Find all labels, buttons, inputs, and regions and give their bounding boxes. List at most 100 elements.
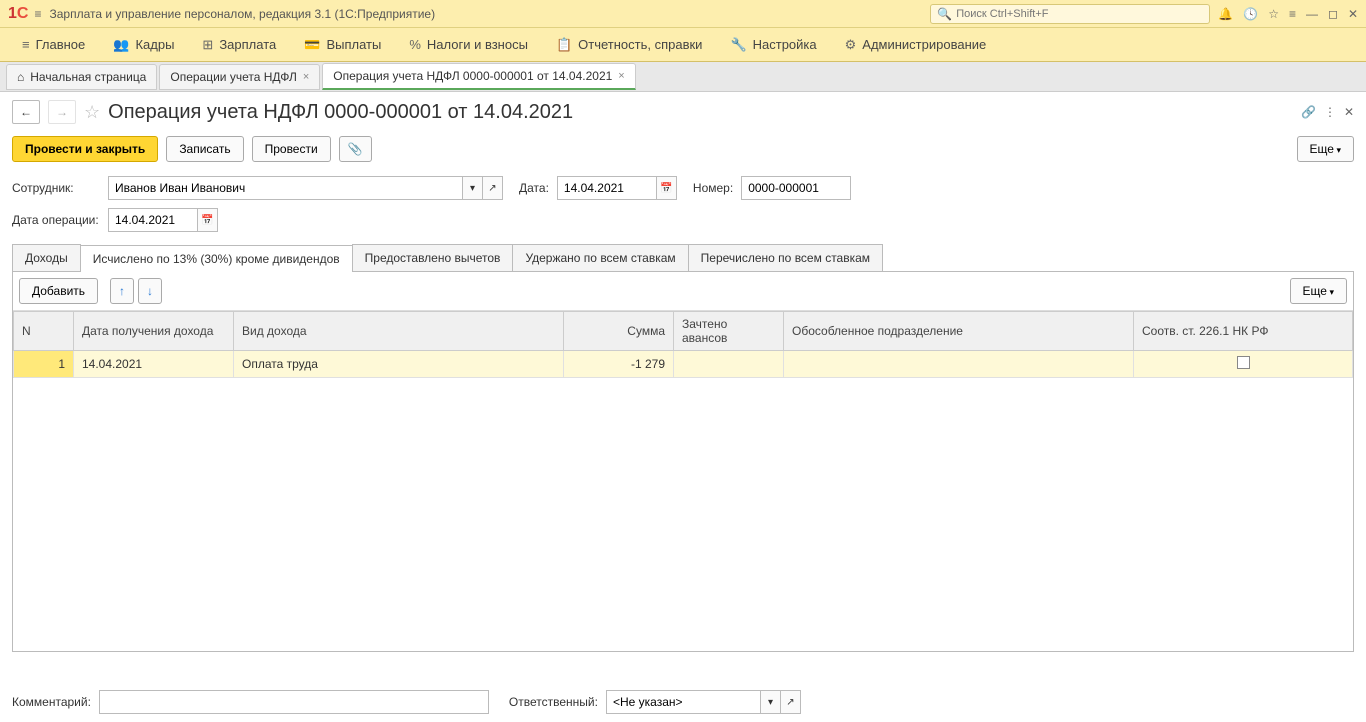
responsible-label: Ответственный: [509, 695, 598, 709]
calendar-icon[interactable]: 📅 [657, 176, 677, 200]
subtab-transferred[interactable]: Перечислено по всем ставкам [688, 244, 883, 271]
op-date-input[interactable] [108, 208, 198, 232]
op-date-label: Дата операции: [12, 213, 100, 227]
people-icon: 👥 [113, 37, 129, 53]
bell-icon[interactable]: 🔔 [1218, 7, 1233, 21]
nav-main[interactable]: ≡Главное [8, 28, 99, 61]
search-input[interactable] [956, 8, 1203, 20]
attach-button[interactable]: 📎 [339, 136, 372, 162]
menu-icon[interactable]: ≡ [34, 7, 41, 21]
more-vert-icon[interactable]: ⋮ [1324, 105, 1336, 119]
close-doc-icon[interactable]: ✕ [1344, 105, 1354, 119]
checkbox-icon[interactable] [1237, 356, 1250, 369]
save-button[interactable]: Записать [166, 136, 243, 162]
calc-icon: ⊞ [202, 37, 213, 53]
add-row-button[interactable]: Добавить [19, 278, 98, 304]
cell-n[interactable]: 1 [14, 351, 74, 378]
clipboard-icon: 📋 [556, 37, 572, 53]
titlebar-icons: 🔔 🕓 ☆ ≡ — ◻ ✕ [1218, 7, 1358, 21]
col-dept[interactable]: Обособленное подразделение [784, 312, 1134, 351]
employee-label: Сотрудник: [12, 181, 100, 195]
nav-personnel[interactable]: 👥Кадры [99, 28, 188, 61]
footer: Комментарий: Ответственный: ▾ ↗ [0, 682, 1366, 722]
form-row-2: Дата операции: 📅 [0, 204, 1366, 236]
wrench-icon: 🔧 [730, 37, 746, 53]
data-table: N Дата получения дохода Вид дохода Сумма… [13, 311, 1353, 378]
cell-adv[interactable] [674, 351, 784, 378]
forward-button[interactable]: → [48, 100, 76, 124]
nav-reports[interactable]: 📋Отчетность, справки [542, 28, 717, 61]
form-row-1: Сотрудник: ▾ ↗ Дата: 📅 Номер: [0, 172, 1366, 204]
move-down-button[interactable]: ↓ [138, 278, 162, 304]
col-type[interactable]: Вид дохода [234, 312, 564, 351]
favorite-icon[interactable]: ☆ [84, 102, 100, 123]
subtabs: Доходы Исчислено по 13% (30%) кроме диви… [12, 244, 1354, 272]
cell-dept[interactable] [784, 351, 1134, 378]
post-and-close-button[interactable]: Провести и закрыть [12, 136, 158, 162]
col-226[interactable]: Соотв. ст. 226.1 НК РФ [1134, 312, 1353, 351]
filter-icon[interactable]: ≡ [1289, 7, 1296, 21]
search-icon: 🔍 [937, 7, 952, 21]
cell-type[interactable]: Оплата труда [234, 351, 564, 378]
move-up-button[interactable]: ↑ [110, 278, 134, 304]
subtab-withheld[interactable]: Удержано по всем ставкам [512, 244, 688, 271]
doc-header: ← → ☆ Операция учета НДФЛ 0000-000001 от… [0, 92, 1366, 132]
open-icon[interactable]: ↗ [781, 690, 801, 714]
search-box[interactable]: 🔍 [930, 4, 1210, 24]
cell-check[interactable] [1134, 351, 1353, 378]
number-label: Номер: [693, 181, 733, 195]
comment-input[interactable] [99, 690, 489, 714]
titlebar: 1С ≡ Зарплата и управление персоналом, р… [0, 0, 1366, 28]
dropdown-icon[interactable]: ▾ [463, 176, 483, 200]
subtab-deductions[interactable]: Предоставлено вычетов [352, 244, 514, 271]
history-icon[interactable]: 🕓 [1243, 7, 1258, 21]
nav-settings[interactable]: 🔧Настройка [716, 28, 830, 61]
col-advance[interactable]: Зачтено авансов [674, 312, 784, 351]
nav-payments[interactable]: 💳Выплаты [290, 28, 395, 61]
link-icon[interactable]: 🔗 [1301, 105, 1316, 119]
tab-operations-list[interactable]: Операции учета НДФЛ × [159, 64, 320, 90]
cell-sum[interactable]: -1 279 [564, 351, 674, 378]
doc-title: Операция учета НДФЛ 0000-000001 от 14.04… [108, 101, 1293, 124]
responsible-input[interactable] [606, 690, 761, 714]
table-panel: Добавить ↑ ↓ Еще N Дата получения дохода… [12, 272, 1354, 652]
maximize-icon[interactable]: ◻ [1328, 7, 1338, 21]
col-sum[interactable]: Сумма [564, 312, 674, 351]
percent-icon: % [409, 37, 421, 52]
table-more-button[interactable]: Еще [1290, 278, 1347, 304]
dropdown-icon[interactable]: ▾ [761, 690, 781, 714]
table-toolbar: Добавить ↑ ↓ Еще [13, 272, 1353, 311]
comment-label: Комментарий: [12, 695, 91, 709]
number-input[interactable] [741, 176, 851, 200]
calendar-icon[interactable]: 📅 [198, 208, 218, 232]
post-button[interactable]: Провести [252, 136, 331, 162]
main-nav: ≡Главное 👥Кадры ⊞Зарплата 💳Выплаты %Нало… [0, 28, 1366, 62]
table-row[interactable]: 1 14.04.2021 Оплата труда -1 279 [14, 351, 1353, 378]
star-icon[interactable]: ☆ [1268, 7, 1279, 21]
doc-toolbar: Провести и закрыть Записать Провести 📎 Е… [0, 132, 1366, 172]
cell-date[interactable]: 14.04.2021 [74, 351, 234, 378]
lines-icon: ≡ [22, 37, 30, 52]
minimize-icon[interactable]: — [1306, 7, 1318, 21]
col-date[interactable]: Дата получения дохода [74, 312, 234, 351]
close-window-icon[interactable]: ✕ [1348, 7, 1358, 21]
subtab-calc-13[interactable]: Исчислено по 13% (30%) кроме дивидендов [80, 245, 353, 272]
app-title: Зарплата и управление персоналом, редакц… [49, 7, 930, 21]
card-icon: 💳 [304, 37, 320, 53]
close-icon[interactable]: × [303, 71, 309, 83]
date-input[interactable] [557, 176, 657, 200]
open-icon[interactable]: ↗ [483, 176, 503, 200]
nav-salary[interactable]: ⊞Зарплата [188, 28, 290, 61]
tab-home[interactable]: ⌂ Начальная страница [6, 64, 157, 90]
tab-operation-doc[interactable]: Операция учета НДФЛ 0000-000001 от 14.04… [322, 63, 635, 90]
nav-taxes[interactable]: %Налоги и взносы [395, 28, 542, 61]
subtab-income[interactable]: Доходы [12, 244, 81, 271]
back-button[interactable]: ← [12, 100, 40, 124]
employee-input[interactable] [108, 176, 463, 200]
table-scroll[interactable]: N Дата получения дохода Вид дохода Сумма… [13, 311, 1353, 651]
col-n[interactable]: N [14, 312, 74, 351]
nav-admin[interactable]: ⚙Администрирование [831, 28, 1001, 61]
close-icon[interactable]: × [618, 70, 624, 82]
more-button[interactable]: Еще [1297, 136, 1354, 162]
date-label: Дата: [519, 181, 549, 195]
